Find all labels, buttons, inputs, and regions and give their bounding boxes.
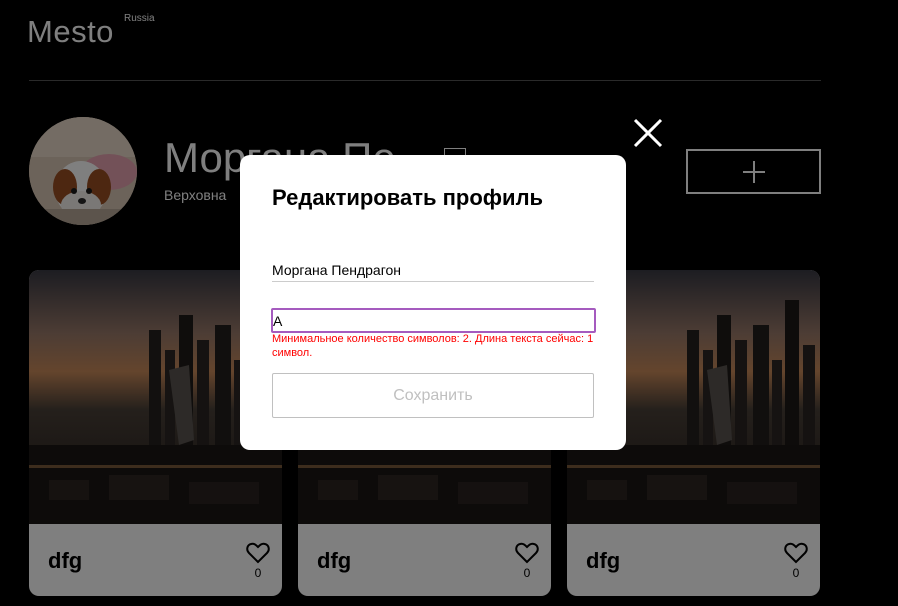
about-error-message: Минимальное количество символов: 2. Длин…	[272, 333, 594, 359]
about-input[interactable]	[271, 308, 596, 333]
popup-title: Редактировать профиль	[272, 185, 544, 210]
name-input[interactable]	[272, 252, 594, 282]
close-icon[interactable]	[632, 117, 664, 149]
edit-profile-popup: Редактировать профиль Минимальное количе…	[240, 155, 626, 450]
save-button[interactable]: Сохранить	[272, 373, 594, 418]
page: Mesto Russia Моргана Пе Верховна	[0, 0, 898, 606]
